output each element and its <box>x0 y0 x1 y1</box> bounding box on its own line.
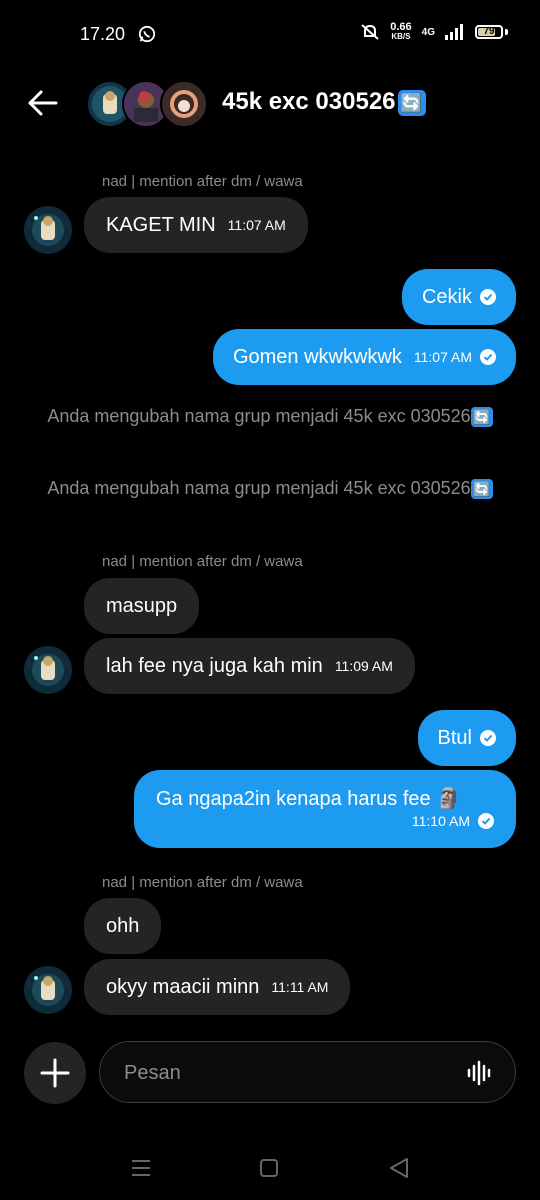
triangle-back-icon[interactable] <box>388 1157 410 1179</box>
group-avatars[interactable] <box>86 80 208 128</box>
signal-icon <box>445 24 463 40</box>
message-bubble-incoming[interactable]: okyy maacii minn 11:11 AM <box>84 959 351 1015</box>
network-speed: 0.66 KB/S <box>390 22 411 42</box>
message-text: lah fee nya juga kah min <box>106 654 323 677</box>
battery-percent: 79 <box>483 26 495 37</box>
message-bubble-incoming[interactable]: lah fee nya juga kah min 11:09 AM <box>84 638 415 694</box>
refresh-emoji: 🔄 <box>397 89 426 116</box>
system-message-text: Anda mengubah nama grup menjadi 45k exc … <box>47 406 471 426</box>
check-circle-icon <box>480 730 496 746</box>
message-bubble-incoming[interactable]: masupp <box>84 578 200 634</box>
speed-value: 0.66 <box>390 21 412 33</box>
message-text: Btul <box>437 726 472 749</box>
sender-avatar[interactable] <box>24 206 72 254</box>
message-bubble-outgoing[interactable]: Gomen wkwkwkwk 11:07 AM <box>212 329 516 385</box>
message-text: Ga ngapa2in kenapa harus fee <box>156 788 431 810</box>
message-bubble-incoming[interactable]: ohh <box>84 898 162 954</box>
network-type: 4G <box>421 26 435 38</box>
speed-unit: KB/S <box>391 32 411 41</box>
waveform-icon[interactable] <box>467 1060 493 1086</box>
group-title[interactable]: 45k exc 030526 🔄 <box>222 88 426 116</box>
message-bubble-outgoing[interactable]: Ga ngapa2in kenapa harus fee 🗿 11:10 AM <box>134 770 516 848</box>
message-composer <box>99 1041 516 1104</box>
refresh-emoji: 🔄 <box>470 479 493 500</box>
sender-avatar[interactable] <box>24 646 72 694</box>
sender-name: nad | mention after dm / wawa <box>102 553 303 570</box>
battery-tip <box>505 29 508 35</box>
moai-emoji: 🗿 <box>436 788 462 810</box>
attach-button[interactable] <box>24 1042 86 1104</box>
back-button[interactable] <box>26 86 60 120</box>
message-time: 11:09 AM <box>334 658 393 674</box>
message-input[interactable] <box>122 1042 446 1104</box>
group-title-text: 45k exc 030526 <box>222 88 396 115</box>
avatar <box>160 80 208 128</box>
message-time: 11:07 AM <box>227 217 286 233</box>
system-message: Anda mengubah nama grup menjadi 45k exc … <box>40 404 500 428</box>
message-time: 11:07 AM <box>413 349 472 365</box>
message-text: Gomen wkwkwkwk <box>232 345 402 368</box>
sender-name: nad | mention after dm / wawa <box>102 874 303 891</box>
message-bubble-outgoing[interactable]: Btul <box>417 710 516 766</box>
status-bar: 17.20 0.66 KB/S 4G 79 <box>0 0 540 62</box>
sender-avatar[interactable] <box>24 966 72 1014</box>
status-time: 17.20 <box>80 24 126 44</box>
message-text: okyy maacii minn <box>106 975 260 998</box>
check-circle-icon <box>480 289 496 305</box>
square-icon[interactable] <box>259 1158 279 1178</box>
message-meta: 11:10 AM <box>156 813 494 829</box>
message-time: 11:11 AM <box>271 979 329 995</box>
message-bubble-incoming[interactable]: KAGET MIN 11:07 AM <box>84 197 308 253</box>
mute-bell-icon <box>361 24 379 40</box>
whatsapp-icon <box>138 25 156 43</box>
plus-icon <box>40 1058 70 1088</box>
battery-icon: 79 <box>475 25 503 39</box>
status-icons: 0.66 KB/S 4G 79 <box>360 22 508 42</box>
system-message: Anda mengubah nama grup menjadi 45k exc … <box>40 476 500 500</box>
check-circle-icon <box>480 349 496 365</box>
message-text: Cekik <box>421 285 472 308</box>
message-text: ohh <box>106 914 140 937</box>
message-text: masupp <box>106 594 178 617</box>
refresh-emoji: 🔄 <box>470 407 493 428</box>
message-bubble-outgoing[interactable]: Cekik <box>401 269 516 325</box>
message-text: KAGET MIN <box>106 213 216 236</box>
sender-name: nad | mention after dm / wawa <box>102 173 303 190</box>
message-time: 11:10 AM <box>411 813 470 829</box>
message-text-line: Ga ngapa2in kenapa harus fee 🗿 <box>156 786 494 811</box>
system-message-text: Anda mengubah nama grup menjadi 45k exc … <box>47 478 471 498</box>
menu-lines-icon[interactable] <box>130 1158 152 1178</box>
check-circle-icon <box>478 813 494 829</box>
